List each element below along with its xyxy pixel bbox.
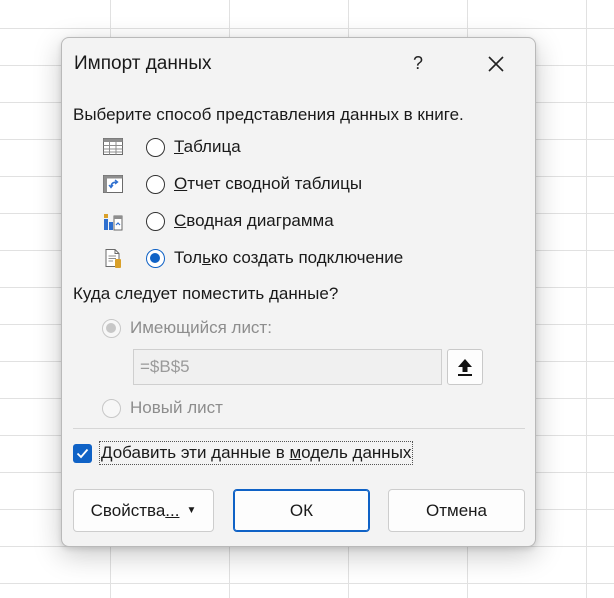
new-sheet-label: Новый лист — [130, 398, 223, 417]
collapse-dialog-button[interactable] — [447, 349, 483, 385]
help-button[interactable]: ? — [406, 51, 430, 75]
properties-button[interactable]: Свойства... ▼ — [73, 489, 214, 532]
option-pivot-chart-label: Сводная диаграмма — [174, 211, 334, 230]
location-input[interactable]: =$B$5 — [133, 349, 442, 385]
close-icon — [488, 56, 504, 72]
option-pivot-table-label: Отчет сводной таблицы — [174, 174, 363, 193]
radio-pivot-chart[interactable] — [146, 211, 165, 231]
dialog-title: Импорт данных — [74, 53, 212, 74]
checkmark-icon — [76, 448, 89, 458]
ok-button[interactable]: ОК — [233, 489, 370, 532]
option-table-label: Таблица — [174, 137, 241, 156]
radio-pivot-table[interactable] — [146, 174, 165, 194]
pivot-chart-icon — [104, 214, 123, 231]
radio-new-sheet[interactable] — [102, 398, 121, 418]
option-pivot-chart[interactable]: Сводная диаграмма — [102, 209, 334, 233]
data-model-checkbox[interactable] — [73, 443, 92, 463]
option-table[interactable]: Таблица — [102, 135, 241, 159]
import-data-dialog: Импорт данных ? Выберите способ представ… — [61, 37, 536, 547]
data-model-label: Добавить эти данные в модель данных — [99, 441, 414, 465]
properties-label: Свойства... — [90, 500, 180, 520]
radio-only-connection[interactable] — [146, 248, 165, 268]
table-icon — [103, 138, 123, 155]
option-new-sheet[interactable]: Новый лист — [102, 396, 223, 420]
radio-table[interactable] — [146, 137, 165, 157]
radio-existing-sheet[interactable] — [102, 318, 121, 338]
data-model-option[interactable]: Добавить эти данные в модель данных — [73, 440, 414, 466]
cancel-button[interactable]: Отмена — [388, 489, 525, 532]
connection-icon — [105, 249, 121, 268]
pivot-table-icon — [103, 175, 123, 193]
option-only-connection-label: Только создать подключение — [174, 248, 404, 267]
option-only-connection[interactable]: Только создать подключение — [102, 246, 403, 270]
close-button[interactable] — [482, 50, 510, 78]
view-prompt: Выберите способ представления данных в к… — [73, 105, 464, 124]
dropdown-arrow-icon: ▼ — [186, 505, 197, 516]
divider — [73, 428, 525, 429]
collapse-upload-icon — [458, 359, 472, 376]
option-pivot-table[interactable]: Отчет сводной таблицы — [102, 172, 362, 196]
existing-sheet-label: Имеющийся лист: — [130, 318, 272, 337]
location-prompt: Куда следует поместить данные? — [73, 284, 339, 303]
option-existing-sheet[interactable]: Имеющийся лист: — [102, 316, 272, 340]
